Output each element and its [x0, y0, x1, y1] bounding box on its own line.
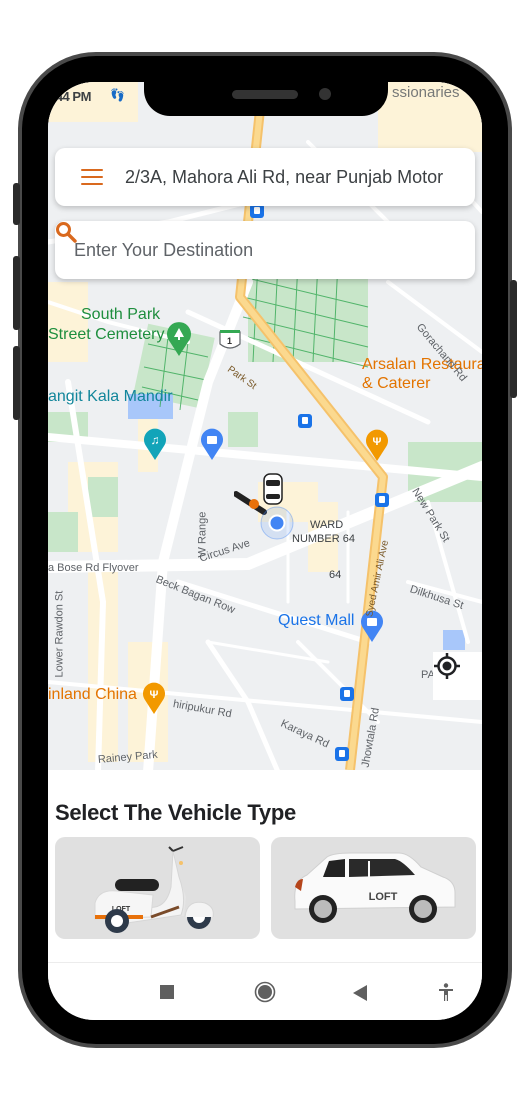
park-pin-icon[interactable]: [166, 322, 192, 356]
destination-input[interactable]: [74, 239, 475, 261]
restaurant-pin-icon[interactable]: Ψ: [142, 682, 166, 714]
vehicle-option-car[interactable]: LOFT: [271, 837, 476, 939]
front-camera: [319, 88, 331, 100]
map-label-quest-mall: Quest Mall: [278, 612, 355, 629]
vehicle-option-scooter[interactable]: LOFT: [55, 837, 260, 939]
volume-up-button: [13, 256, 20, 330]
accessibility-icon[interactable]: [438, 983, 454, 1001]
back-icon[interactable]: [353, 985, 367, 1001]
phone-screen: :44 PM 👣 ssionaries LTE 88: [48, 82, 482, 1020]
hamburger-menu-icon[interactable]: [81, 169, 103, 185]
svg-text:LOFT: LOFT: [369, 891, 398, 903]
footsteps-icon: 👣: [110, 88, 125, 102]
map-label-rangit: angit Kala Mandir: [48, 388, 173, 405]
map-label-ward-number: NUMBER 64: [292, 533, 355, 545]
transit-stop-icon[interactable]: [335, 747, 349, 761]
current-location-icon: [260, 506, 294, 540]
transit-stop-icon[interactable]: [298, 414, 312, 428]
svg-text:Ψ: Ψ: [373, 436, 382, 448]
map-view[interactable]: :44 PM 👣 ssionaries LTE 88: [48, 82, 482, 770]
vehicle-type-sheet: Select The Vehicle Type LOFT LOFT: [48, 770, 482, 1020]
recents-icon[interactable]: [160, 985, 174, 999]
android-nav-bar: [48, 963, 482, 1020]
map-label-ward-64: 64: [329, 569, 342, 581]
pickup-address[interactable]: 2/3A, Mahora Ali Rd, near Punjab Motor: [125, 167, 443, 188]
map-label-ward: WARD: [310, 519, 344, 531]
route-shield-label: 1: [227, 336, 233, 346]
svg-text:♫: ♫: [151, 433, 160, 447]
scooter-icon: LOFT: [94, 846, 214, 933]
pickup-location-card[interactable]: 2/3A, Mahora Ali Rd, near Punjab Motor: [55, 148, 475, 206]
battery-icon: 88: [476, 87, 482, 100]
transit-stop-icon[interactable]: [250, 204, 264, 218]
status-time: :44 PM: [52, 89, 91, 104]
volume-down-button: [13, 346, 20, 420]
shopping-pin-icon[interactable]: [200, 428, 224, 460]
vehicle-type-title: Select The Vehicle Type: [55, 800, 296, 825]
camera-notch: [144, 82, 388, 116]
mockup-stage: :44 PM 👣 ssionaries LTE 88: [0, 0, 530, 1100]
my-location-button[interactable]: [433, 652, 482, 700]
earpiece-speaker: [232, 90, 298, 99]
map-label-cemetery: Street Cemetery: [48, 326, 165, 343]
status-overlay-text: ssionaries: [392, 84, 460, 101]
my-location-icon: [434, 653, 460, 679]
map-label-mainland-china: inland China: [48, 686, 137, 703]
map-label-bose-rd: a Bose Rd Flyover: [48, 562, 139, 574]
car-icon: LOFT: [294, 852, 456, 923]
mute-switch: [13, 183, 20, 225]
home-icon[interactable]: [254, 981, 276, 1003]
map-label-caterer: & Caterer: [362, 375, 431, 392]
restaurant-pin-icon[interactable]: Ψ: [365, 429, 389, 461]
power-button: [510, 280, 517, 398]
map-label-lower-rawdon: Lower Rawdon St: [53, 590, 66, 678]
transit-stop-icon[interactable]: [375, 493, 389, 507]
search-icon[interactable]: [55, 221, 77, 243]
transit-stop-icon[interactable]: [340, 687, 354, 701]
destination-card[interactable]: [55, 221, 475, 279]
svg-text:Ψ: Ψ: [150, 689, 159, 701]
map-label-south-park: South Park: [81, 306, 161, 323]
music-venue-pin-icon[interactable]: ♫: [143, 428, 167, 460]
